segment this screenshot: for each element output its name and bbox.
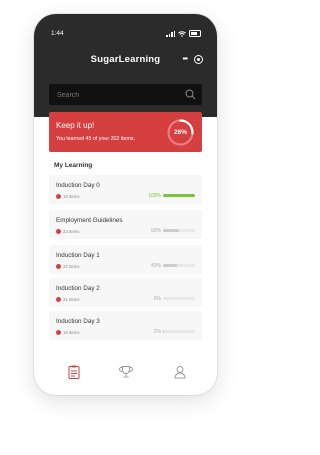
course-title: Induction Day 3 (56, 318, 100, 325)
item-badge-icon (56, 229, 61, 234)
search-icon[interactable] (185, 89, 196, 100)
course-percent: 43% (150, 263, 161, 269)
item-badge-icon (56, 297, 61, 302)
course-progress-bar (163, 330, 195, 333)
close-target-icon[interactable] (194, 55, 203, 64)
course-card[interactable]: Induction Day 1 22 Items 43% (49, 245, 202, 274)
course-progress-fill (163, 330, 164, 333)
course-card[interactable]: Employment Guidelines 23 Items 50% (49, 210, 202, 239)
course-item-count: 21 Items (63, 297, 80, 302)
course-card[interactable]: Induction Day 3 15 Items 2% (49, 311, 202, 340)
wifi-icon (178, 30, 186, 37)
course-progress-bar (163, 229, 195, 232)
search-bar (49, 84, 202, 105)
course-title: Induction Day 2 (56, 285, 100, 292)
course-item-count: 15 Items (63, 330, 80, 335)
course-progress-bar (163, 194, 195, 197)
course-percent: 50% (150, 228, 161, 234)
course-card[interactable]: Induction Day 0 15 Items 100% (49, 175, 202, 204)
course-progress-fill (163, 229, 179, 232)
trophy-icon (119, 366, 133, 378)
item-badge-icon (56, 264, 61, 269)
course-item-count: 22 Items (63, 264, 80, 269)
tab-achievements[interactable] (118, 364, 134, 380)
more-dots-icon[interactable]: ••• (183, 56, 188, 63)
progress-ring-label: 26% (173, 129, 187, 136)
course-percent: 100% (148, 193, 161, 199)
tab-bar (34, 362, 217, 386)
item-badge-icon (56, 194, 61, 199)
tab-learning[interactable] (66, 364, 82, 380)
tab-profile[interactable] (172, 364, 188, 380)
course-title: Employment Guidelines (56, 217, 123, 224)
item-badge-icon (56, 330, 61, 335)
course-progress-fill (163, 194, 195, 197)
course-progress-bar (163, 264, 195, 267)
course-title: Induction Day 0 (56, 182, 100, 189)
course-item-count: 15 Items (63, 194, 80, 199)
app-header: 1:44 SugarLearning ••• (34, 14, 217, 117)
course-progress-bar (163, 297, 195, 300)
course-percent: 0% (153, 296, 161, 302)
banner-subtext: You learned 45 of your 202 items. (56, 136, 136, 142)
course-item-count: 23 Items (63, 229, 80, 234)
status-bar: 1:44 (34, 28, 217, 40)
progress-banner: Keep it up! You learned 45 of your 202 i… (49, 112, 202, 152)
status-icons (166, 30, 201, 37)
mini-program-capsule: ••• (183, 55, 203, 64)
progress-ring: 26% (166, 118, 195, 147)
course-percent: 2% (153, 329, 161, 335)
course-progress-fill (163, 264, 177, 267)
clipboard-icon (68, 365, 80, 379)
status-time: 1:44 (51, 30, 64, 37)
banner-heading: Keep it up! (56, 121, 95, 130)
user-icon (174, 366, 186, 379)
signal-icon (166, 30, 175, 37)
course-title: Induction Day 1 (56, 252, 100, 259)
section-title: My Learning (54, 162, 93, 169)
course-card[interactable]: Induction Day 2 21 Items 0% (49, 278, 202, 307)
battery-icon (189, 30, 201, 37)
phone-frame: 1:44 SugarLearning ••• Search Keep it up… (34, 14, 217, 395)
search-input[interactable] (55, 87, 184, 104)
